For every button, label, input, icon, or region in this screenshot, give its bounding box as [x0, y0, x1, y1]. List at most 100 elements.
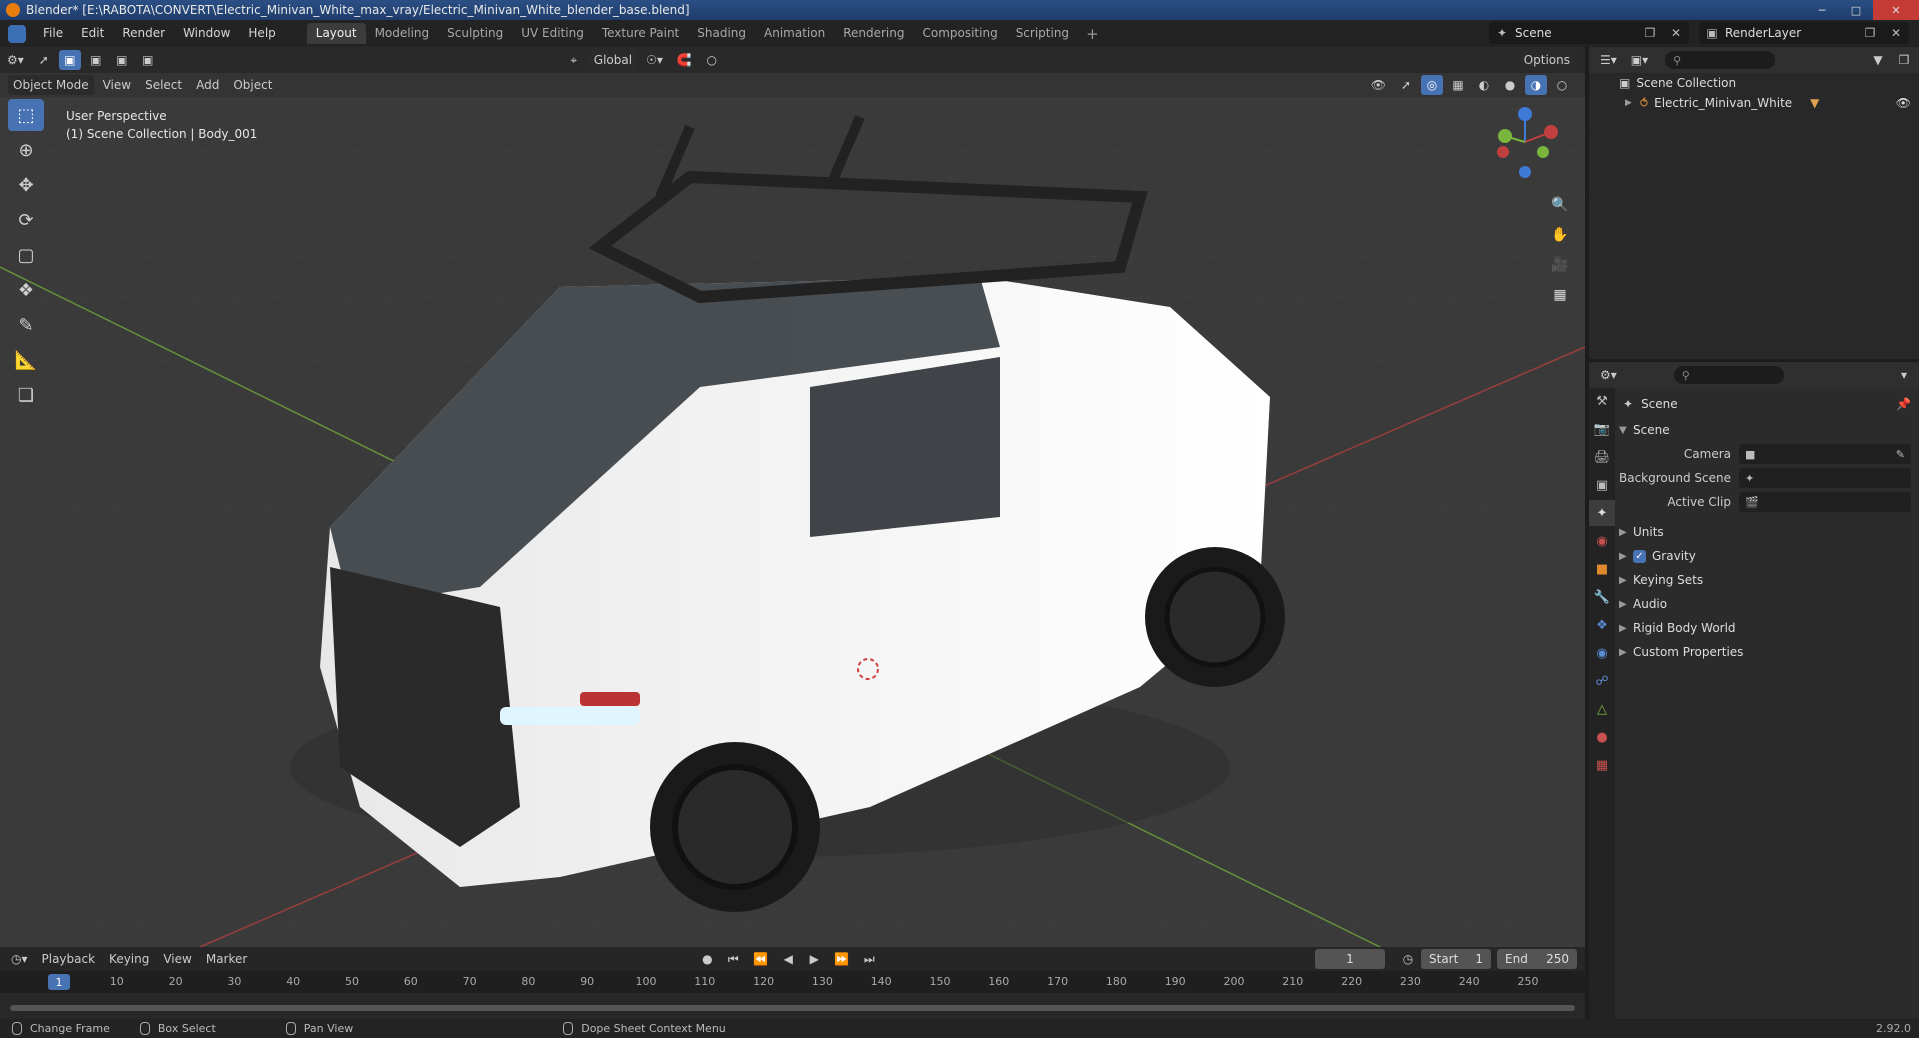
eyedropper-icon[interactable]: ✎: [1896, 448, 1905, 461]
overlays-icon[interactable]: ◎: [1421, 75, 1443, 95]
scale-tool-icon[interactable]: ▢: [8, 239, 44, 271]
properties-editor-type-icon[interactable]: ⚙▾: [1595, 365, 1622, 385]
texture-tab-icon[interactable]: ▦: [1589, 752, 1615, 778]
background-scene-field[interactable]: ✦: [1739, 468, 1911, 488]
render-tab-icon[interactable]: 📷: [1589, 416, 1615, 442]
output-tab-icon[interactable]: 🖨: [1589, 444, 1615, 470]
delete-scene-icon[interactable]: ✕: [1663, 26, 1689, 40]
menu-window[interactable]: Window: [174, 20, 239, 47]
solid-shading-icon[interactable]: ●: [1499, 75, 1521, 95]
rigid-body-world-panel[interactable]: ▶ Rigid Body World: [1619, 616, 1919, 640]
new-collection-icon[interactable]: ❐: [1893, 50, 1915, 70]
current-frame-indicator[interactable]: 1: [48, 974, 70, 990]
zoom-icon[interactable]: 🔍: [1547, 192, 1573, 218]
measure-tool-icon[interactable]: 📐: [8, 344, 44, 376]
mode-select[interactable]: Object Mode: [8, 75, 94, 95]
tab-modeling[interactable]: Modeling: [366, 23, 439, 44]
keying-sets-panel[interactable]: ▶ Keying Sets: [1619, 568, 1919, 592]
tab-rendering[interactable]: Rendering: [834, 23, 913, 44]
scene-name[interactable]: Scene: [1515, 26, 1637, 40]
timeline-menu-marker[interactable]: Marker: [201, 949, 252, 969]
timeline-ruler[interactable]: 1 10 20 30 40 50 60 70 80 90 100 110 120 130 140 150 16…: [0, 971, 1585, 993]
cursor-tool-icon[interactable]: ⊕: [8, 134, 44, 166]
menu-render[interactable]: Render: [113, 20, 174, 47]
units-panel[interactable]: ▶ Units: [1619, 520, 1919, 544]
play-reverse-icon[interactable]: ◀: [777, 949, 799, 969]
data-tab-icon[interactable]: △: [1589, 696, 1615, 722]
gravity-panel[interactable]: ▶ ✓ Gravity: [1619, 544, 1919, 568]
outliner-item[interactable]: ▶ ⥀ Electric_Minivan_White ▼ 👁: [1589, 93, 1919, 113]
editor-type-icon[interactable]: ⚙▾: [2, 50, 29, 70]
jump-keyframe-forward-icon[interactable]: ⏩: [829, 949, 854, 969]
blender-menu-icon[interactable]: [0, 20, 34, 47]
world-tab-icon[interactable]: ◉: [1589, 528, 1615, 554]
tab-compositing[interactable]: Compositing: [913, 23, 1006, 44]
scene-selector[interactable]: ✦ Scene ❐ ✕: [1489, 22, 1689, 44]
start-frame-field[interactable]: Start 1: [1421, 949, 1491, 969]
tab-texture-paint[interactable]: Texture Paint: [593, 23, 688, 44]
add-cube-tool-icon[interactable]: ❏: [8, 379, 44, 411]
timeline-track[interactable]: [0, 993, 1585, 1019]
menu-file[interactable]: File: [34, 20, 72, 47]
modifier-tab-icon[interactable]: 🔧: [1589, 584, 1615, 610]
outliner-root[interactable]: ▣ Scene Collection: [1589, 73, 1919, 93]
tab-uv-editing[interactable]: UV Editing: [512, 23, 593, 44]
menu-edit[interactable]: Edit: [72, 20, 113, 47]
close-button[interactable]: ✕: [1873, 0, 1919, 20]
constraints-tab-icon[interactable]: ☍: [1589, 668, 1615, 694]
current-frame-field[interactable]: 1: [1315, 949, 1385, 969]
active-clip-field[interactable]: 🎬: [1739, 492, 1911, 512]
tab-sculpting[interactable]: Sculpting: [438, 23, 512, 44]
timeline-menu-playback[interactable]: Playback: [37, 949, 101, 969]
render-layer-selector[interactable]: ▣ RenderLayer ❐ ✕: [1699, 22, 1909, 44]
duplicate-scene-icon[interactable]: ❐: [1637, 26, 1663, 40]
tab-scripting[interactable]: Scripting: [1007, 23, 1078, 44]
rotate-tool-icon[interactable]: ⟳: [8, 204, 44, 236]
wireframe-shading-icon[interactable]: ◐: [1473, 75, 1495, 95]
expand-arrow-icon[interactable]: ▶: [1625, 98, 1632, 108]
axis-gizmo-icon[interactable]: [1485, 102, 1565, 182]
record-icon[interactable]: ●: [696, 949, 718, 969]
select-mode-invert-icon[interactable]: ▣: [137, 50, 159, 70]
render-layer-name[interactable]: RenderLayer: [1725, 26, 1857, 40]
duplicate-layer-icon[interactable]: ❐: [1857, 26, 1883, 40]
properties-options-icon[interactable]: ▾: [1893, 365, 1915, 385]
select-tool-icon[interactable]: ➚: [33, 50, 55, 70]
properties-search-input[interactable]: ⚲: [1673, 366, 1784, 384]
tab-shading[interactable]: Shading: [688, 23, 755, 44]
timeline-menu-keying[interactable]: Keying: [104, 949, 154, 969]
select-mode-extend-icon[interactable]: ▣: [85, 50, 107, 70]
view-layer-tab-icon[interactable]: ▣: [1589, 472, 1615, 498]
custom-properties-panel[interactable]: ▶ Custom Properties: [1619, 640, 1919, 664]
outliner-editor-type-icon[interactable]: ☰▾: [1595, 50, 1622, 70]
camera-field[interactable]: ■ ✎: [1739, 444, 1911, 464]
maximize-button[interactable]: □: [1839, 0, 1873, 20]
pivot-point-icon[interactable]: ☉▾: [641, 50, 668, 70]
play-icon[interactable]: ▶: [803, 949, 825, 969]
pin-icon[interactable]: 📌: [1896, 397, 1911, 411]
gizmo-toggle-icon[interactable]: ➚: [1395, 75, 1417, 95]
add-workspace-button[interactable]: +: [1078, 25, 1107, 43]
tab-layout[interactable]: Layout: [306, 23, 366, 44]
menu-help[interactable]: Help: [239, 20, 284, 47]
jump-start-icon[interactable]: ⏮: [722, 949, 744, 969]
scene-panel-header[interactable]: ▼ Scene: [1619, 418, 1919, 442]
visibility-icon[interactable]: 👁: [1366, 75, 1391, 95]
minimize-button[interactable]: ─: [1805, 0, 1839, 20]
gravity-checkbox[interactable]: ✓: [1633, 549, 1646, 563]
transform-orientation-select[interactable]: Global: [588, 50, 638, 70]
particles-tab-icon[interactable]: ❖: [1589, 612, 1615, 638]
ortho-toggle-icon[interactable]: ▦: [1547, 282, 1573, 308]
viewport-menu-add[interactable]: Add: [191, 75, 224, 95]
tab-animation[interactable]: Animation: [755, 23, 834, 44]
audio-panel[interactable]: ▶ Audio: [1619, 592, 1919, 616]
viewport-menu-view[interactable]: View: [98, 75, 136, 95]
proportional-edit-icon[interactable]: ○: [701, 50, 723, 70]
timeline-scrollbar[interactable]: [10, 1005, 1575, 1011]
viewport-menu-object[interactable]: Object: [228, 75, 277, 95]
scene-tab-icon[interactable]: ✦: [1589, 500, 1615, 526]
material-tab-icon[interactable]: ●: [1589, 724, 1615, 750]
pan-hand-icon[interactable]: ✋: [1547, 222, 1573, 248]
end-frame-field[interactable]: End 250: [1497, 949, 1577, 969]
preview-range-icon[interactable]: ◷: [1397, 949, 1419, 969]
